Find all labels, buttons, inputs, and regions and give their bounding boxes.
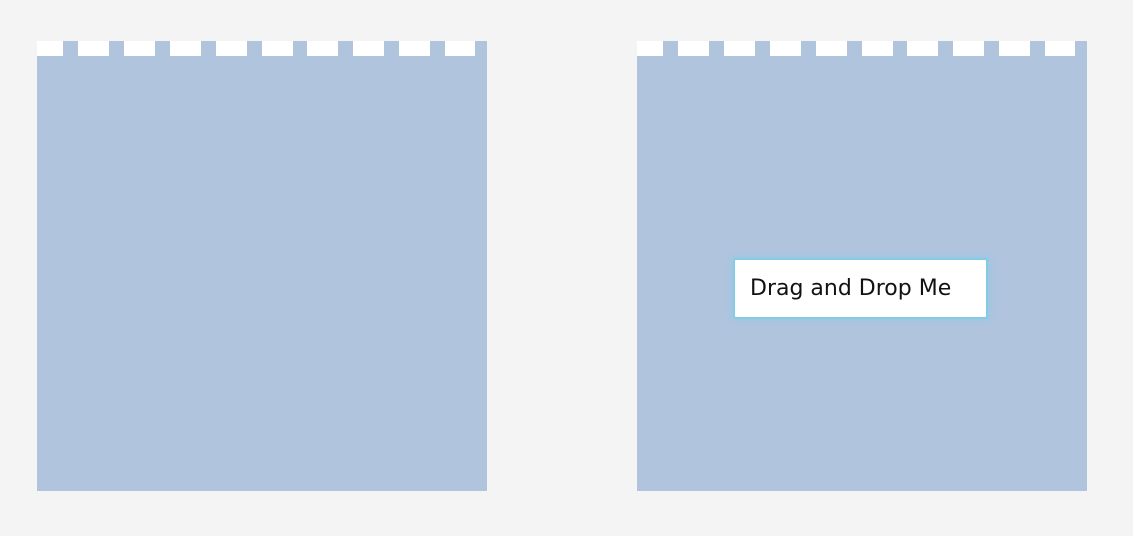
tab-notch — [724, 41, 755, 56]
drop-zone-right[interactable]: Drag and Drop Me — [637, 41, 1087, 491]
tab-notch — [770, 41, 801, 56]
tab-notch — [262, 41, 293, 56]
tab-notch — [307, 41, 338, 56]
tab-notch — [907, 41, 938, 56]
tab-notch — [216, 41, 247, 56]
tab-notch — [1045, 41, 1075, 56]
tab-notch — [399, 41, 430, 56]
tab-strip — [37, 41, 487, 56]
tab-notch — [170, 41, 201, 56]
tab-notch — [999, 41, 1030, 56]
tab-notch — [124, 41, 155, 56]
tab-notch — [678, 41, 709, 56]
draggable-card-label: Drag and Drop Me — [750, 276, 952, 301]
tab-notch — [816, 41, 847, 56]
tab-notch — [37, 41, 63, 56]
tab-notch — [953, 41, 984, 56]
tab-strip — [637, 41, 1087, 56]
tab-notch — [445, 41, 475, 56]
tab-notch — [862, 41, 893, 56]
tab-notch — [78, 41, 109, 56]
draggable-card[interactable]: Drag and Drop Me — [733, 258, 988, 319]
drop-zone-left[interactable] — [37, 41, 487, 491]
tab-notch — [353, 41, 384, 56]
tab-notch — [637, 41, 663, 56]
